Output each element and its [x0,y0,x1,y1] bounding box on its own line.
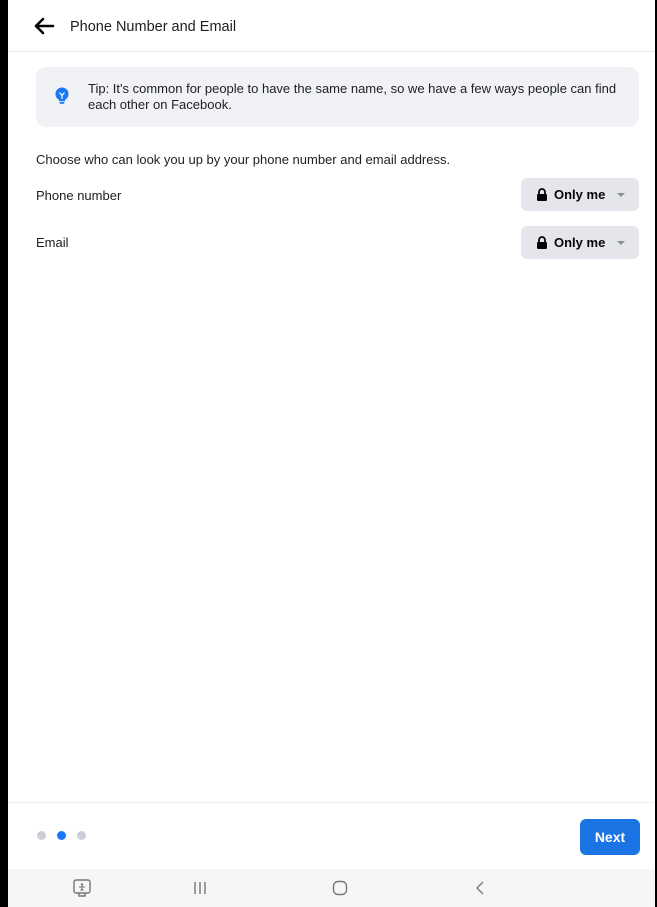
screen: Phone Number and Email Tip: It's common … [8,0,655,907]
progress-dot-3 [77,831,86,840]
email-label: Email [36,235,69,250]
accessibility-icon[interactable] [62,875,102,901]
header: Phone Number and Email [8,0,655,52]
recent-apps-icon[interactable] [180,875,220,901]
phone-audience-button[interactable]: Only me [521,178,639,211]
progress-dot-1 [37,831,46,840]
android-back-icon[interactable] [460,875,500,901]
android-nav-bar [8,869,655,907]
dropdown-caret-icon [617,193,625,197]
lock-icon [536,236,548,249]
phone-audience-label: Only me [554,187,606,202]
dropdown-caret-icon [617,241,625,245]
tip-banner: Tip: It's common for people to have the … [36,67,639,127]
footer-divider [8,802,655,803]
intro-text: Choose who can look you up by your phone… [36,152,451,167]
lock-icon [536,188,548,201]
home-icon[interactable] [320,875,360,901]
lightbulb-icon [54,87,70,105]
progress-dot-2 [57,831,66,840]
page-title: Phone Number and Email [70,19,237,35]
tip-text: Tip: It's common for people to have the … [88,81,617,112]
phone-number-label: Phone number [36,188,122,203]
email-audience-label: Only me [554,235,606,250]
next-button[interactable]: Next [580,819,640,855]
email-audience-button[interactable]: Only me [521,226,639,259]
back-arrow-icon[interactable] [34,17,56,35]
